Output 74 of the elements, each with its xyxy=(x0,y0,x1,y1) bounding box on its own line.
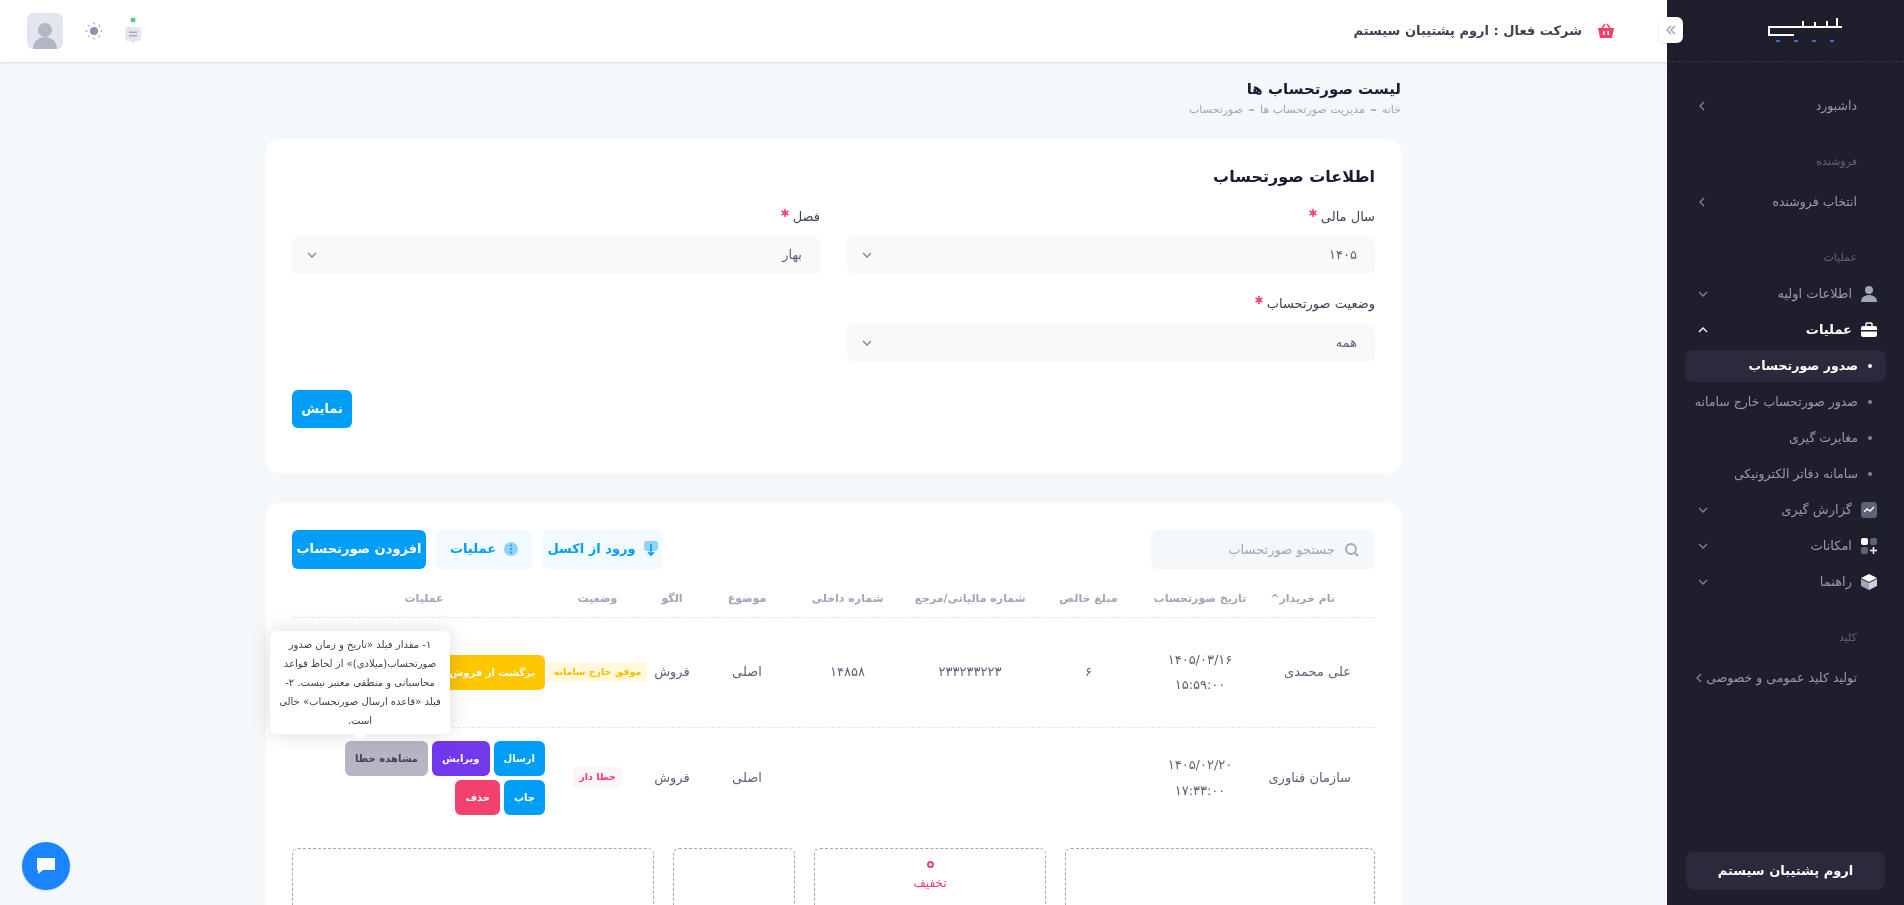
column-header: موضوع xyxy=(726,590,768,607)
table-cell-text: ۱۵:۵۹:۰۰ xyxy=(1174,676,1226,694)
select-field[interactable]: ۱۴۰۵ xyxy=(847,236,1375,274)
grid-plus-icon xyxy=(1860,537,1878,555)
select-field[interactable]: همه xyxy=(847,323,1375,362)
column-header: الگو xyxy=(660,590,684,607)
column-header: شماره داخلی xyxy=(810,590,885,607)
kebab-menu-icon xyxy=(504,542,519,556)
table-cell-text: ۱۴۰۵/۰۲/۲۰ xyxy=(1167,756,1233,774)
active-company: شرکت فعال : اروم پشتیبان سیستم xyxy=(1353,22,1582,41)
column-header: وضعیت xyxy=(576,590,619,607)
table-cell-text: ۱۷:۳۳:۰۰ xyxy=(1174,781,1226,800)
card-title: اطلاعات صورتحساب xyxy=(1212,165,1375,188)
sidebar-section-label: عملیات xyxy=(1823,249,1857,266)
bullet-icon xyxy=(1868,472,1872,476)
table-cell-text: سازمان فناوری xyxy=(1267,768,1352,788)
column-header: تاریخ صورتحساب xyxy=(1152,590,1248,607)
sidebar-subitem[interactable]: صدور صورتحساب xyxy=(1685,350,1886,382)
table-cell-text: فروش xyxy=(653,768,691,788)
briefcase-icon xyxy=(1860,321,1878,339)
theme-toggle-icon[interactable] xyxy=(85,22,103,40)
sidebar-item[interactable]: عملیات xyxy=(1805,320,1852,340)
sidebar-section-label: فروشنده xyxy=(1816,153,1857,170)
chat-button[interactable] xyxy=(22,842,70,890)
table-cell-text: ۱۴۰۵/۰۳/۱۶ xyxy=(1167,650,1233,669)
table-cell-text: فروش xyxy=(653,663,691,682)
double-chevron-icon xyxy=(1665,24,1677,36)
box-icon xyxy=(1860,573,1878,591)
sidebar-toggle-button[interactable] xyxy=(1659,17,1683,43)
status-badge: موفق خارج سامانه xyxy=(547,661,648,683)
select-field[interactable]: بهار xyxy=(292,236,820,274)
status-badge: خطا دار xyxy=(573,767,622,788)
breadcrumb-item: صورتحساب xyxy=(1189,102,1244,118)
field-label: وضعیت صورتحساب xyxy=(847,294,1375,314)
sidebar-item[interactable]: اطلاعات اولیه xyxy=(1777,284,1852,304)
page-title: لیست صورتحساب ها xyxy=(1245,79,1401,99)
table-cell-text: اصلی xyxy=(731,768,763,787)
bullet-icon xyxy=(1868,364,1872,368)
table-cell-text: ۲۳۳۲۳۳۲۲۳ xyxy=(937,663,1003,682)
basket-icon xyxy=(1597,22,1615,40)
bullet-icon xyxy=(1868,436,1872,440)
sidebar-item[interactable]: گزارش گیری xyxy=(1781,500,1852,520)
sidebar-footer-button[interactable]: اروم پشتیبان سیستم xyxy=(1686,852,1885,890)
summary-label: تخفیف xyxy=(913,874,947,892)
sidebar-section-label: کلید xyxy=(1839,629,1857,646)
action-button[interactable]: مشاهده خطا xyxy=(345,740,429,776)
column-header: مبلغ خالص xyxy=(1058,590,1119,607)
download-icon xyxy=(643,541,658,557)
sidebar-subitem[interactable]: سامانه دفاتر الکترونیکی xyxy=(1685,458,1886,490)
sidebar-item[interactable]: راهنما xyxy=(1819,572,1852,592)
search-icon xyxy=(1345,542,1359,557)
field-label: فصل xyxy=(292,206,820,226)
table-cell-text: ۱۴۸۵۸ xyxy=(829,663,866,682)
sidebar-item[interactable]: تولید کلید عمومی و خصوصی xyxy=(1706,668,1857,688)
sidebar-item[interactable]: امکانات xyxy=(1810,536,1852,556)
column-header: عملیات xyxy=(403,590,445,607)
avatar[interactable] xyxy=(27,13,63,49)
field-label: سال مالی xyxy=(847,206,1375,226)
sidebar-subitem[interactable]: مغایرت گیری xyxy=(1685,422,1886,454)
search-field[interactable]: جستجو صورتحساب xyxy=(1151,529,1375,569)
bullet-icon xyxy=(1868,400,1872,404)
user-icon xyxy=(1860,285,1878,303)
table-cell-text: علی محمدی xyxy=(1283,663,1352,682)
chat-bubble-icon xyxy=(35,856,57,876)
sidebar-item[interactable]: داشبورد xyxy=(1815,96,1857,116)
column-header: شماره مالیاتی/مرجع xyxy=(913,590,1027,607)
chart-icon xyxy=(1860,501,1878,519)
chat-icon[interactable] xyxy=(125,17,141,45)
table-cell-text: ۶ xyxy=(1084,663,1093,682)
table-cell-text: اصلی xyxy=(731,663,763,682)
sidebar-subitem[interactable]: صدور صورتحساب خارج سامانه xyxy=(1685,386,1886,418)
action-button[interactable]: ویرایش xyxy=(432,740,490,776)
action-button[interactable]: حذف xyxy=(455,779,500,815)
sidebar-item[interactable]: انتخاب فروشنده xyxy=(1772,192,1857,212)
